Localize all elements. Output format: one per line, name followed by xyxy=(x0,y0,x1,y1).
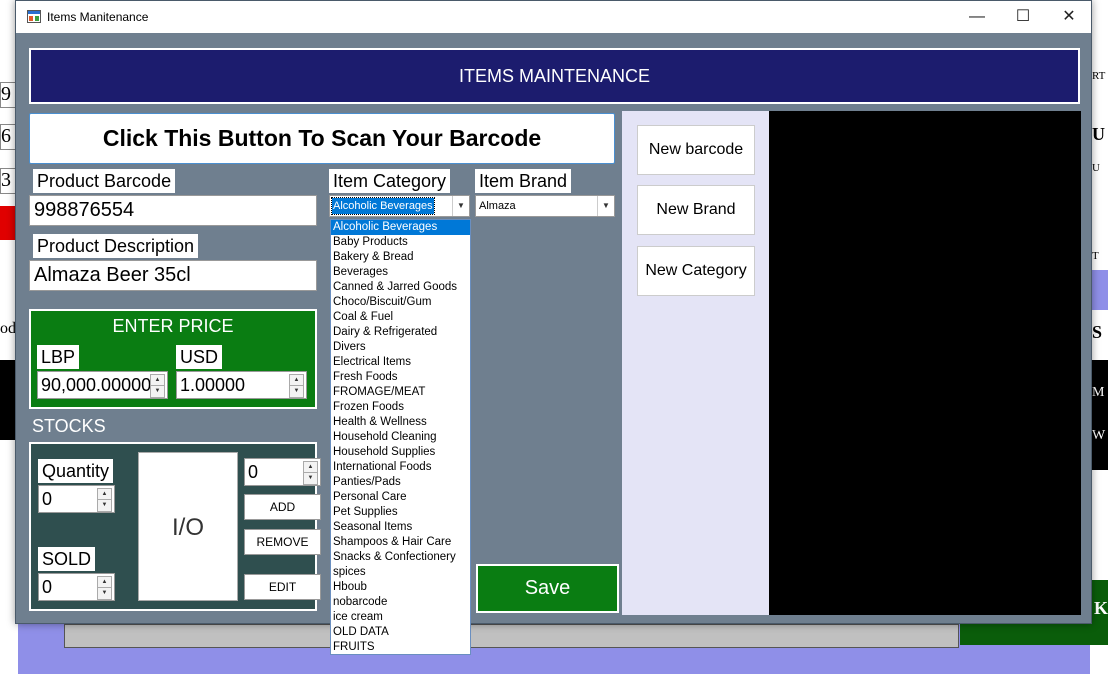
quantity-value: 0 xyxy=(42,489,53,509)
category-option[interactable]: International Foods xyxy=(331,460,470,475)
usd-label: USD xyxy=(176,345,223,369)
bg-fragment: U xyxy=(1092,124,1105,144)
lbp-label: LBP xyxy=(37,345,80,369)
bg-bottom-strip xyxy=(64,624,959,648)
bg-fragment: M xyxy=(1092,385,1105,400)
maximize-button[interactable]: ☐ xyxy=(1000,1,1046,33)
save-button[interactable]: Save xyxy=(476,564,619,613)
quantity-label: Quantity xyxy=(38,459,114,483)
category-option[interactable]: Baby Products xyxy=(331,235,470,250)
product-barcode-input[interactable]: 998876554 xyxy=(29,195,317,226)
new-category-button[interactable]: New Category xyxy=(637,246,755,296)
lbp-price-input[interactable]: 90,000.00000 ▲ ▼ xyxy=(37,371,168,399)
app-icon xyxy=(27,10,41,23)
category-option[interactable]: FROMAGE/MEAT xyxy=(331,385,470,400)
page-banner: ITEMS MAINTENANCE xyxy=(29,48,1080,104)
usd-price-value: 1.00000 xyxy=(180,375,246,395)
spin-down-icon[interactable]: ▼ xyxy=(150,385,165,398)
category-option[interactable]: Seasonal Items xyxy=(331,520,470,535)
stock-adjust-input[interactable]: 0 ▲ ▼ xyxy=(244,458,321,486)
window-title: Items Manitenance xyxy=(47,10,149,24)
spin-down-icon[interactable]: ▼ xyxy=(97,499,112,512)
product-barcode-label: Product Barcode xyxy=(33,169,176,193)
item-brand-selected: Almaza xyxy=(479,200,516,212)
category-option[interactable]: Shampoos & Hair Care xyxy=(331,535,470,550)
item-category-dropdown-list[interactable]: Alcoholic Beverages Baby Products Bakery… xyxy=(330,219,471,655)
category-option[interactable]: nobarcode xyxy=(331,595,470,610)
camera-preview xyxy=(769,111,1081,615)
category-option[interactable]: Bakery & Bread xyxy=(331,250,470,265)
io-button[interactable]: I/O xyxy=(138,452,238,601)
items-maintenance-window: Items Manitenance — ☐ ✕ ITEMS MAINTENANC… xyxy=(15,0,1092,655)
category-option[interactable]: Coal & Fuel xyxy=(331,310,470,325)
product-description-input[interactable]: Almaza Beer 35cl xyxy=(29,260,317,291)
category-option[interactable]: Divers xyxy=(331,340,470,355)
category-option[interactable]: Choco/Biscuit/Gum xyxy=(331,295,470,310)
category-option[interactable]: Alcoholic Beverages xyxy=(331,220,470,235)
new-brand-button[interactable]: New Brand xyxy=(637,185,755,235)
category-option[interactable]: FRUITS xyxy=(331,640,470,654)
bg-fragment: S xyxy=(1092,322,1103,342)
category-option[interactable]: OLD DATA xyxy=(331,625,470,640)
item-brand-select[interactable]: Almaza ▼ xyxy=(475,195,615,217)
sold-input[interactable]: 0 ▲ ▼ xyxy=(38,573,115,601)
side-action-panel: New barcode New Brand New Category xyxy=(622,111,769,615)
item-category-label: Item Category xyxy=(329,169,451,193)
item-category-select[interactable]: Alcoholic Beverages ▼ xyxy=(329,195,470,217)
spin-down-icon[interactable]: ▼ xyxy=(97,587,112,600)
bg-fragment: T xyxy=(1092,250,1099,262)
category-option[interactable]: ice cream xyxy=(331,610,470,625)
enter-price-title: ENTER PRICE xyxy=(112,316,234,336)
spin-down-icon[interactable]: ▼ xyxy=(303,472,318,485)
bg-fragment: U xyxy=(1092,162,1100,174)
title-bar: Items Manitenance — ☐ ✕ xyxy=(16,1,1091,33)
category-option[interactable]: Dairy & Refrigerated xyxy=(331,325,470,340)
bg-black-block xyxy=(1090,360,1108,470)
chevron-down-icon[interactable]: ▼ xyxy=(452,196,469,216)
category-option[interactable]: Beverages xyxy=(331,265,470,280)
category-option[interactable]: spices xyxy=(331,565,470,580)
item-category-selected: Alcoholic Beverages xyxy=(331,197,435,215)
category-option[interactable]: Panties/Pads xyxy=(331,475,470,490)
category-option[interactable]: Household Supplies xyxy=(331,445,470,460)
category-option[interactable]: Frozen Foods xyxy=(331,400,470,415)
lbp-price-value: 90,000.00000 xyxy=(41,375,152,395)
category-option[interactable]: Canned & Jarred Goods xyxy=(331,280,470,295)
category-option[interactable]: Fresh Foods xyxy=(331,370,470,385)
scan-barcode-button[interactable]: Click This Button To Scan Your Barcode xyxy=(29,113,615,164)
stock-adjust-value: 0 xyxy=(248,462,259,482)
spin-down-icon[interactable]: ▼ xyxy=(289,385,304,398)
edit-button[interactable]: EDIT xyxy=(244,574,321,600)
category-option[interactable]: Household Cleaning xyxy=(331,430,470,445)
minimize-button[interactable]: — xyxy=(954,1,1000,33)
enter-price-panel: ENTER PRICE LBP 90,000.00000 ▲ ▼ USD 1.0… xyxy=(29,309,317,409)
sold-label: SOLD xyxy=(38,547,96,571)
sold-value: 0 xyxy=(42,577,53,597)
bg-fragment: K xyxy=(1094,598,1108,618)
usd-price-input[interactable]: 1.00000 ▲ ▼ xyxy=(176,371,307,399)
category-option[interactable]: Snacks & Confectionery xyxy=(331,550,470,565)
category-option[interactable]: Pet Supplies xyxy=(331,505,470,520)
product-description-label: Product Description xyxy=(33,234,199,258)
item-brand-label: Item Brand xyxy=(475,169,572,193)
bg-fragment: W xyxy=(1092,428,1106,443)
close-button[interactable]: ✕ xyxy=(1046,1,1092,33)
bg-fragment: RT xyxy=(1092,70,1106,82)
add-button[interactable]: ADD xyxy=(244,494,321,520)
stocks-title: STOCKS xyxy=(32,416,106,436)
category-option[interactable]: Health & Wellness xyxy=(331,415,470,430)
new-barcode-button[interactable]: New barcode xyxy=(637,125,755,175)
stocks-panel: Quantity 0 ▲ ▼ SOLD 0 ▲ ▼ I/O 0 ▲ ▼ ADD … xyxy=(29,442,321,611)
remove-button[interactable]: REMOVE xyxy=(244,529,321,555)
chevron-down-icon[interactable]: ▼ xyxy=(597,196,614,216)
category-option[interactable]: Hboub xyxy=(331,580,470,595)
category-option[interactable]: Personal Care xyxy=(331,490,470,505)
quantity-input[interactable]: 0 ▲ ▼ xyxy=(38,485,115,513)
category-option[interactable]: Electrical Items xyxy=(331,355,470,370)
